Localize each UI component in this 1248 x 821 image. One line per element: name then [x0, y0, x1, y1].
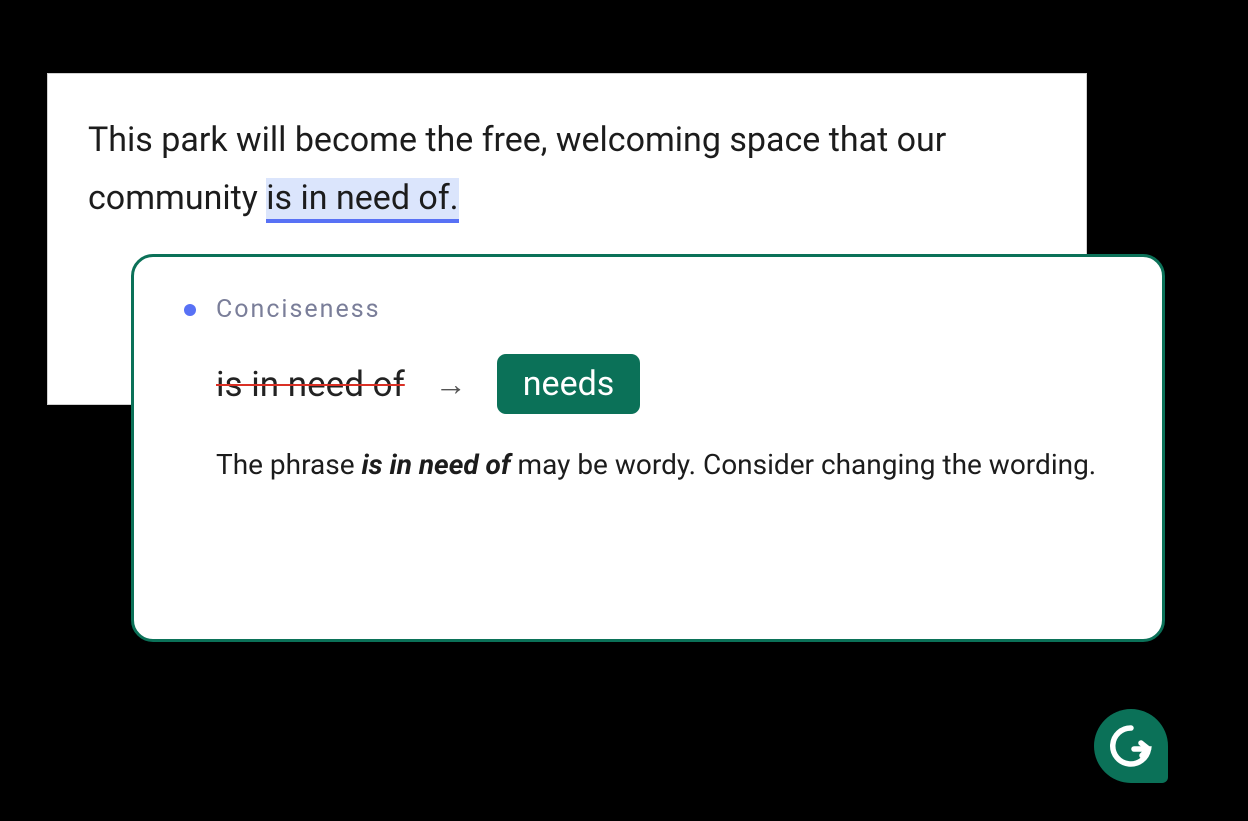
grammarly-badge-button[interactable] — [1094, 709, 1168, 783]
explanation-prefix: The phrase — [216, 448, 361, 481]
replacement-suggestion-button[interactable]: needs — [497, 354, 641, 414]
sentence-text: This park will become the free, welcomin… — [88, 120, 946, 218]
original-phrase: is in need of — [216, 364, 405, 405]
highlighted-phrase[interactable]: is in need of. — [266, 178, 458, 223]
category-bullet-icon — [184, 304, 196, 316]
category-label: Conciseness — [216, 295, 381, 324]
suggestion-row: is in need of → needs — [184, 354, 1112, 414]
editor-sentence[interactable]: This park will become the free, welcomin… — [88, 112, 1046, 228]
grammarly-logo-icon — [1107, 722, 1155, 770]
suggestion-explanation: The phrase is in need of may be wordy. C… — [184, 444, 1112, 486]
explanation-suffix: may be wordy. Consider changing the word… — [511, 448, 1097, 481]
suggestion-header: Conciseness — [184, 295, 1112, 324]
arrow-right-icon: → — [435, 365, 467, 403]
explanation-emphasis: is in need of — [361, 448, 510, 481]
suggestion-card: Conciseness is in need of → needs The ph… — [131, 254, 1165, 642]
